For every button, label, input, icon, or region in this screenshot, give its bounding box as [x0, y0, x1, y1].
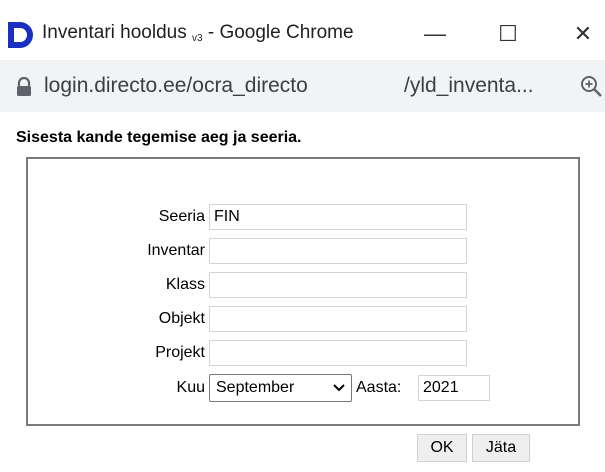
window-title-main: Inventari hooldus — [42, 22, 187, 43]
projekt-row: Projekt — [28, 339, 578, 367]
chevron-down-icon — [333, 384, 345, 392]
address-bar[interactable]: login.directo.ee/ocra_directo /yld_inven… — [0, 60, 605, 113]
minimize-icon: — — [424, 21, 446, 46]
objekt-input[interactable] — [209, 306, 467, 332]
maximize-button[interactable]: ☐ — [488, 16, 528, 52]
window-titlebar: Inventari hooldus v3 - Google Chrome — ☐… — [0, 0, 605, 60]
directo-logo-icon — [8, 22, 33, 48]
projekt-input[interactable] — [209, 340, 467, 366]
objekt-label: Objekt — [158, 310, 205, 327]
lock-icon — [17, 76, 31, 96]
close-button[interactable]: ✕ — [563, 16, 603, 52]
kuu-row: Kuu September Aasta: 2021 — [28, 374, 578, 402]
projekt-label: Projekt — [155, 344, 205, 361]
seeria-row: Seeria FIN — [28, 203, 578, 231]
inventar-input[interactable] — [209, 238, 467, 264]
dialog-heading: Sisesta kande tegemise aeg ja seeria. — [16, 129, 302, 146]
ok-button[interactable]: OK — [417, 434, 467, 462]
cancel-button[interactable]: Jäta — [472, 434, 530, 462]
zoom-icon[interactable] — [580, 75, 602, 97]
aasta-input[interactable]: 2021 — [418, 375, 490, 401]
klass-label: Klass — [165, 276, 205, 293]
objekt-row: Objekt — [28, 305, 578, 333]
kuu-select[interactable]: September — [209, 374, 352, 402]
inventar-row: Inventar — [28, 237, 578, 265]
aasta-label: Aasta: — [356, 379, 402, 396]
url-text-right[interactable]: /yld_inventa... — [404, 74, 534, 98]
kuu-selected-value: September — [216, 379, 295, 396]
kuu-label: Kuu — [176, 379, 205, 396]
window-title-version: v3 — [192, 33, 203, 44]
minimize-button[interactable]: — — [415, 16, 455, 52]
close-icon: ✕ — [573, 21, 593, 46]
page-content: Sisesta kande tegemise aeg ja seeria. Se… — [0, 112, 605, 472]
window-title-browser: - Google Chrome — [207, 22, 354, 43]
seeria-label: Seeria — [158, 208, 205, 225]
window-title: Inventari hooldus v3 - Google Chrome — [42, 22, 354, 44]
seeria-input[interactable]: FIN — [209, 204, 467, 230]
maximize-icon: ☐ — [498, 21, 518, 46]
klass-input[interactable] — [209, 272, 467, 298]
klass-row: Klass — [28, 271, 578, 299]
url-text-left[interactable]: login.directo.ee/ocra_directo — [44, 74, 308, 98]
inventar-label: Inventar — [147, 242, 205, 259]
form-panel: Seeria FIN Inventar Klass Objekt Projekt… — [26, 157, 580, 426]
